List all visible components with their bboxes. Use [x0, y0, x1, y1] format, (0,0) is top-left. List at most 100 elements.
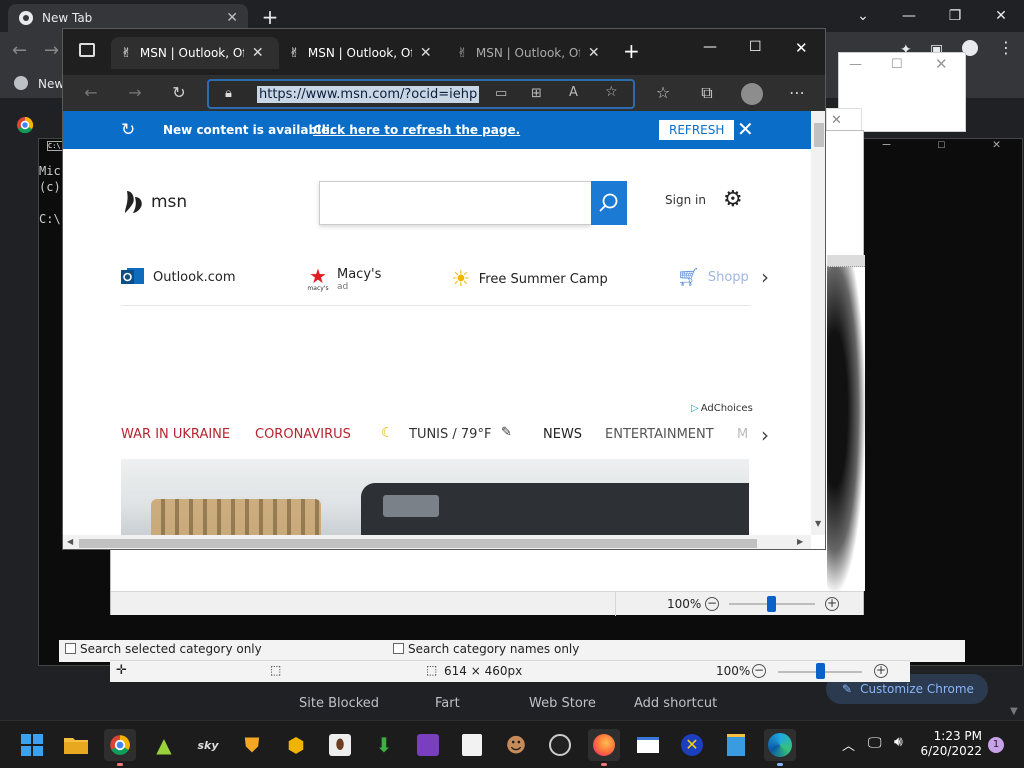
start-button[interactable] — [16, 729, 48, 761]
app-shield[interactable]: ⛊ — [236, 729, 268, 761]
chrome-tile-icon[interactable] — [16, 116, 34, 134]
nav-entertainment[interactable]: ENTERTAINMENT — [605, 427, 714, 442]
notification-badge[interactable]: 1 — [988, 737, 1004, 753]
show-hidden-icons-chevron-icon[interactable]: ︿ — [842, 735, 855, 754]
forward-icon[interactable]: → — [44, 40, 59, 61]
checkbox[interactable] — [65, 643, 76, 654]
dialog-close-button[interactable]: ✕ — [935, 55, 948, 73]
checkbox[interactable] — [393, 643, 404, 654]
quicklink-summer-camp[interactable]: ☀ Free Summer Camp — [451, 267, 608, 292]
shortcut-fart[interactable]: Fart — [435, 696, 460, 711]
nav-war-in-ukraine[interactable]: WAR IN UKRAINE — [121, 427, 230, 442]
close-tab-icon[interactable]: ✕ — [588, 45, 600, 61]
restore-button[interactable]: ❐ — [932, 0, 978, 32]
cmd-maximize-button[interactable]: ☐ — [914, 137, 969, 165]
network-icon[interactable]: 🖵︎ — [868, 735, 882, 751]
menu-icon[interactable]: ⋮ — [998, 38, 1014, 57]
edge-app[interactable] — [764, 729, 796, 761]
vertical-scrollbar[interactable]: ▼ — [811, 111, 825, 535]
settings-menu-icon[interactable]: ⋯ — [785, 81, 809, 105]
scroll-down-icon[interactable]: ▼ — [1010, 706, 1018, 717]
read-aloud-icon[interactable]: A — [569, 85, 578, 100]
chevron-right-icon[interactable]: › — [761, 265, 769, 289]
tab-msn-2[interactable]: ✌ MSN | Outlook, Off ✕ — [279, 37, 447, 69]
app-x[interactable]: ✕ — [676, 729, 708, 761]
bookmark-item[interactable]: New — [38, 77, 64, 91]
collections-icon[interactable]: ⧉ — [695, 81, 719, 105]
panel-close-icon[interactable]: ✕ — [831, 113, 842, 128]
quicklink-shopping[interactable]: 🛒︎ Shopp — [677, 267, 749, 288]
search-button[interactable] — [591, 181, 627, 225]
app-purple[interactable] — [412, 729, 444, 761]
tab-msn-3[interactable]: ✌ MSN | Outlook, Off ✕ — [447, 37, 615, 69]
search-selected-category-option[interactable]: Search selected category only — [65, 642, 262, 656]
close-window-button[interactable]: ✕ — [795, 39, 808, 57]
forward-icon[interactable]: → — [123, 81, 147, 105]
back-icon[interactable]: ← — [12, 40, 27, 61]
app-download[interactable]: ⬇ — [368, 729, 400, 761]
scroll-left-icon[interactable]: ◀ — [67, 537, 73, 546]
minimize-button[interactable]: — — [703, 39, 717, 55]
chevron-right-icon[interactable]: › — [761, 423, 769, 447]
quicklink-macys[interactable]: ★ macy's Macy's ad — [307, 266, 381, 292]
app-monkey[interactable]: ☻ — [500, 729, 532, 761]
shortcut-add[interactable]: Add shortcut — [634, 696, 717, 711]
volume-icon[interactable]: 🔊︎ — [894, 734, 903, 750]
refresh-icon[interactable]: ↻ — [167, 81, 191, 105]
search-input[interactable] — [319, 181, 591, 225]
zoom-slider-thumb[interactable] — [816, 663, 825, 679]
favorites-icon[interactable]: ☆ — [651, 81, 675, 105]
tab-search-icon[interactable]: ⌄ — [840, 0, 886, 32]
shortcut-web-store[interactable]: Web Store — [529, 696, 596, 711]
close-tab-icon[interactable]: ✕ — [252, 45, 264, 61]
zoom-out-button[interactable]: − — [705, 597, 719, 611]
new-tab-button[interactable]: + — [258, 6, 282, 30]
app-hexagon[interactable]: ⬢ — [280, 729, 312, 761]
zoom-in-button[interactable]: + — [874, 664, 888, 678]
scroll-right-icon[interactable]: ▶ — [797, 537, 803, 546]
cmd-close-button[interactable]: ✕ — [969, 137, 1024, 165]
profile-avatar[interactable] — [741, 83, 763, 105]
search-category-names-option[interactable]: Search category names only — [393, 642, 579, 656]
app-coffee[interactable]: ⬮ — [324, 729, 356, 761]
address-bar[interactable]: 🔒︎ https://www.msn.com/?ocid=iehp ▭ ⊞ A … — [207, 79, 635, 109]
horizontal-scrollbar[interactable]: ◀ ▶ — [63, 535, 811, 549]
scroll-down-icon[interactable]: ▼ — [815, 519, 821, 528]
nav-weather[interactable]: TUNIS / 79°F — [409, 427, 491, 442]
maximize-button[interactable]: ☐ — [749, 39, 762, 55]
extensions-icon[interactable]: ⊞ — [531, 86, 542, 101]
dialog-minimize-button[interactable]: — — [849, 57, 862, 72]
app-notes[interactable] — [720, 729, 752, 761]
shortcut-site-blocked[interactable]: Site Blocked — [299, 696, 379, 711]
nav-more[interactable]: M — [737, 427, 748, 442]
taskbar-clock[interactable]: 1:23 PM 6/20/2022 — [920, 729, 982, 759]
zoom-in-button[interactable]: + — [825, 597, 839, 611]
edit-pencil-icon[interactable]: ✎ — [501, 425, 512, 440]
close-window-button[interactable]: ✕ — [978, 0, 1024, 32]
tab-actions-icon[interactable] — [79, 43, 95, 57]
zoom-slider-thumb[interactable] — [767, 596, 776, 612]
msn-logo[interactable]: msn — [123, 189, 187, 215]
zoom-out-button[interactable]: − — [752, 664, 766, 678]
back-icon[interactable]: ← — [79, 81, 103, 105]
close-tab-icon[interactable]: ✕ — [420, 45, 432, 61]
app-available-icon[interactable]: ▭ — [495, 86, 507, 101]
refresh-page-link[interactable]: Click here to refresh the page. — [313, 123, 520, 137]
app-pyramid[interactable]: ▲ — [148, 729, 180, 761]
app-circle[interactable] — [544, 729, 576, 761]
minimize-button[interactable]: — — [886, 0, 932, 32]
refresh-button[interactable]: REFRESH — [659, 120, 735, 140]
scrollbar-thumb[interactable] — [814, 123, 824, 147]
settings-gear-icon[interactable]: ⚙ — [723, 187, 743, 212]
url-text[interactable]: https://www.msn.com/?ocid=iehp — [257, 86, 480, 103]
tab-msn-1[interactable]: ✌ MSN | Outlook, Off ✕ — [111, 37, 279, 69]
hero-news-image[interactable] — [121, 459, 749, 535]
close-banner-icon[interactable]: ✕ — [737, 117, 754, 141]
nav-coronavirus[interactable]: CORONAVIRUS — [255, 427, 351, 442]
dialog-maximize-button[interactable]: ☐ — [891, 57, 903, 72]
app-document[interactable] — [456, 729, 488, 761]
quicklink-outlook[interactable]: Outlook.com — [121, 267, 236, 287]
app-window[interactable] — [632, 729, 664, 761]
sign-in-link[interactable]: Sign in — [665, 193, 706, 207]
firefox-app[interactable] — [588, 729, 620, 761]
